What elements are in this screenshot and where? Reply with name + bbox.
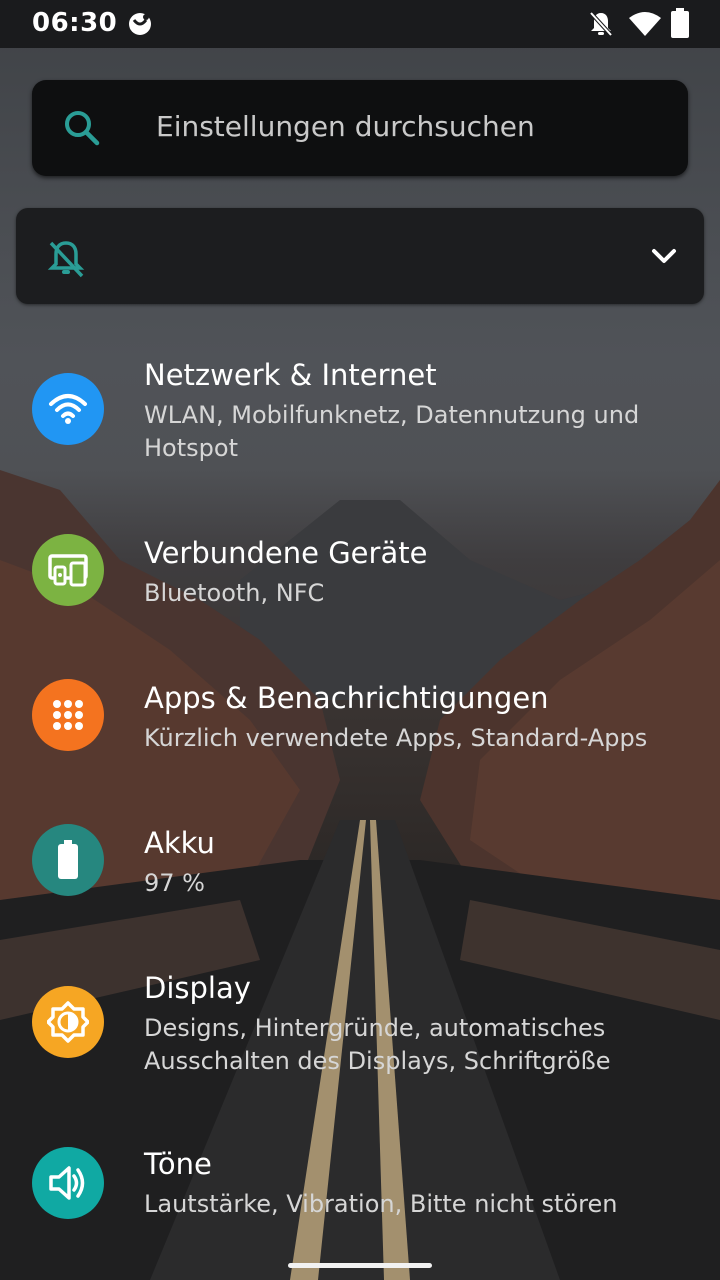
settings-item-apps[interactable]: Apps & Benachrichtigungen Kürzlich verwe… <box>0 675 720 785</box>
volume-icon <box>32 1147 104 1219</box>
settings-item-connected-devices[interactable]: Verbundene Geräte Bluetooth, NFC <box>0 530 720 640</box>
settings-item-sound[interactable]: Töne Lautstärke, Vibration, Bitte nicht … <box>0 1145 720 1255</box>
settings-item-title: Apps & Benachrichtigungen <box>144 681 549 715</box>
search-icon <box>62 108 102 152</box>
settings-item-subtitle: Bluetooth, NFC <box>144 579 325 607</box>
app-notification-icon <box>126 10 154 42</box>
wifi-icon <box>628 10 662 42</box>
search-placeholder[interactable]: Einstellungen durchsuchen <box>156 110 535 143</box>
settings-item-display[interactable]: Display Designs, Hintergründe, automatis… <box>0 965 720 1095</box>
search-bar[interactable]: Einstellungen durchsuchen <box>32 80 688 176</box>
notifications-off-icon <box>46 238 86 282</box>
chevron-down-icon[interactable] <box>648 244 680 272</box>
settings-item-subtitle: Lautstärke, Vibration, Bitte nicht störe… <box>144 1190 618 1218</box>
settings-item-title: Akku <box>144 826 215 860</box>
connected-devices-icon <box>32 534 104 606</box>
settings-item-title: Netzwerk & Internet <box>144 358 437 392</box>
battery-icon <box>671 8 689 42</box>
settings-item-title: Display <box>144 971 251 1005</box>
settings-item-title: Verbundene Geräte <box>144 536 428 570</box>
settings-item-title: Töne <box>144 1147 212 1181</box>
battery-icon <box>32 824 104 896</box>
settings-item-subtitle: Kürzlich verwendete Apps, Standard-Apps <box>144 724 648 752</box>
apps-grid-icon <box>32 679 104 751</box>
gesture-nav-handle[interactable] <box>288 1263 432 1268</box>
status-time: 06:30 <box>32 8 118 38</box>
wifi-icon <box>32 373 104 445</box>
condition-card[interactable] <box>16 208 704 304</box>
settings-item-subtitle: WLAN, Mobilfunknetz, Datennutzung und Ho… <box>144 401 640 462</box>
settings-item-battery[interactable]: Akku 97 % <box>0 820 720 930</box>
do-not-disturb-off-icon <box>588 10 614 42</box>
settings-item-subtitle: 97 % <box>144 869 205 897</box>
settings-item-network[interactable]: Netzwerk & Internet WLAN, Mobilfunknetz,… <box>0 350 720 480</box>
brightness-icon <box>32 986 104 1058</box>
status-bar: 06:30 <box>0 0 720 48</box>
settings-screen: 06:30 Einstellungen durchsuchen Netzwerk… <box>0 0 720 1280</box>
settings-item-subtitle: Designs, Hintergründe, automatisches Aus… <box>144 1014 611 1075</box>
